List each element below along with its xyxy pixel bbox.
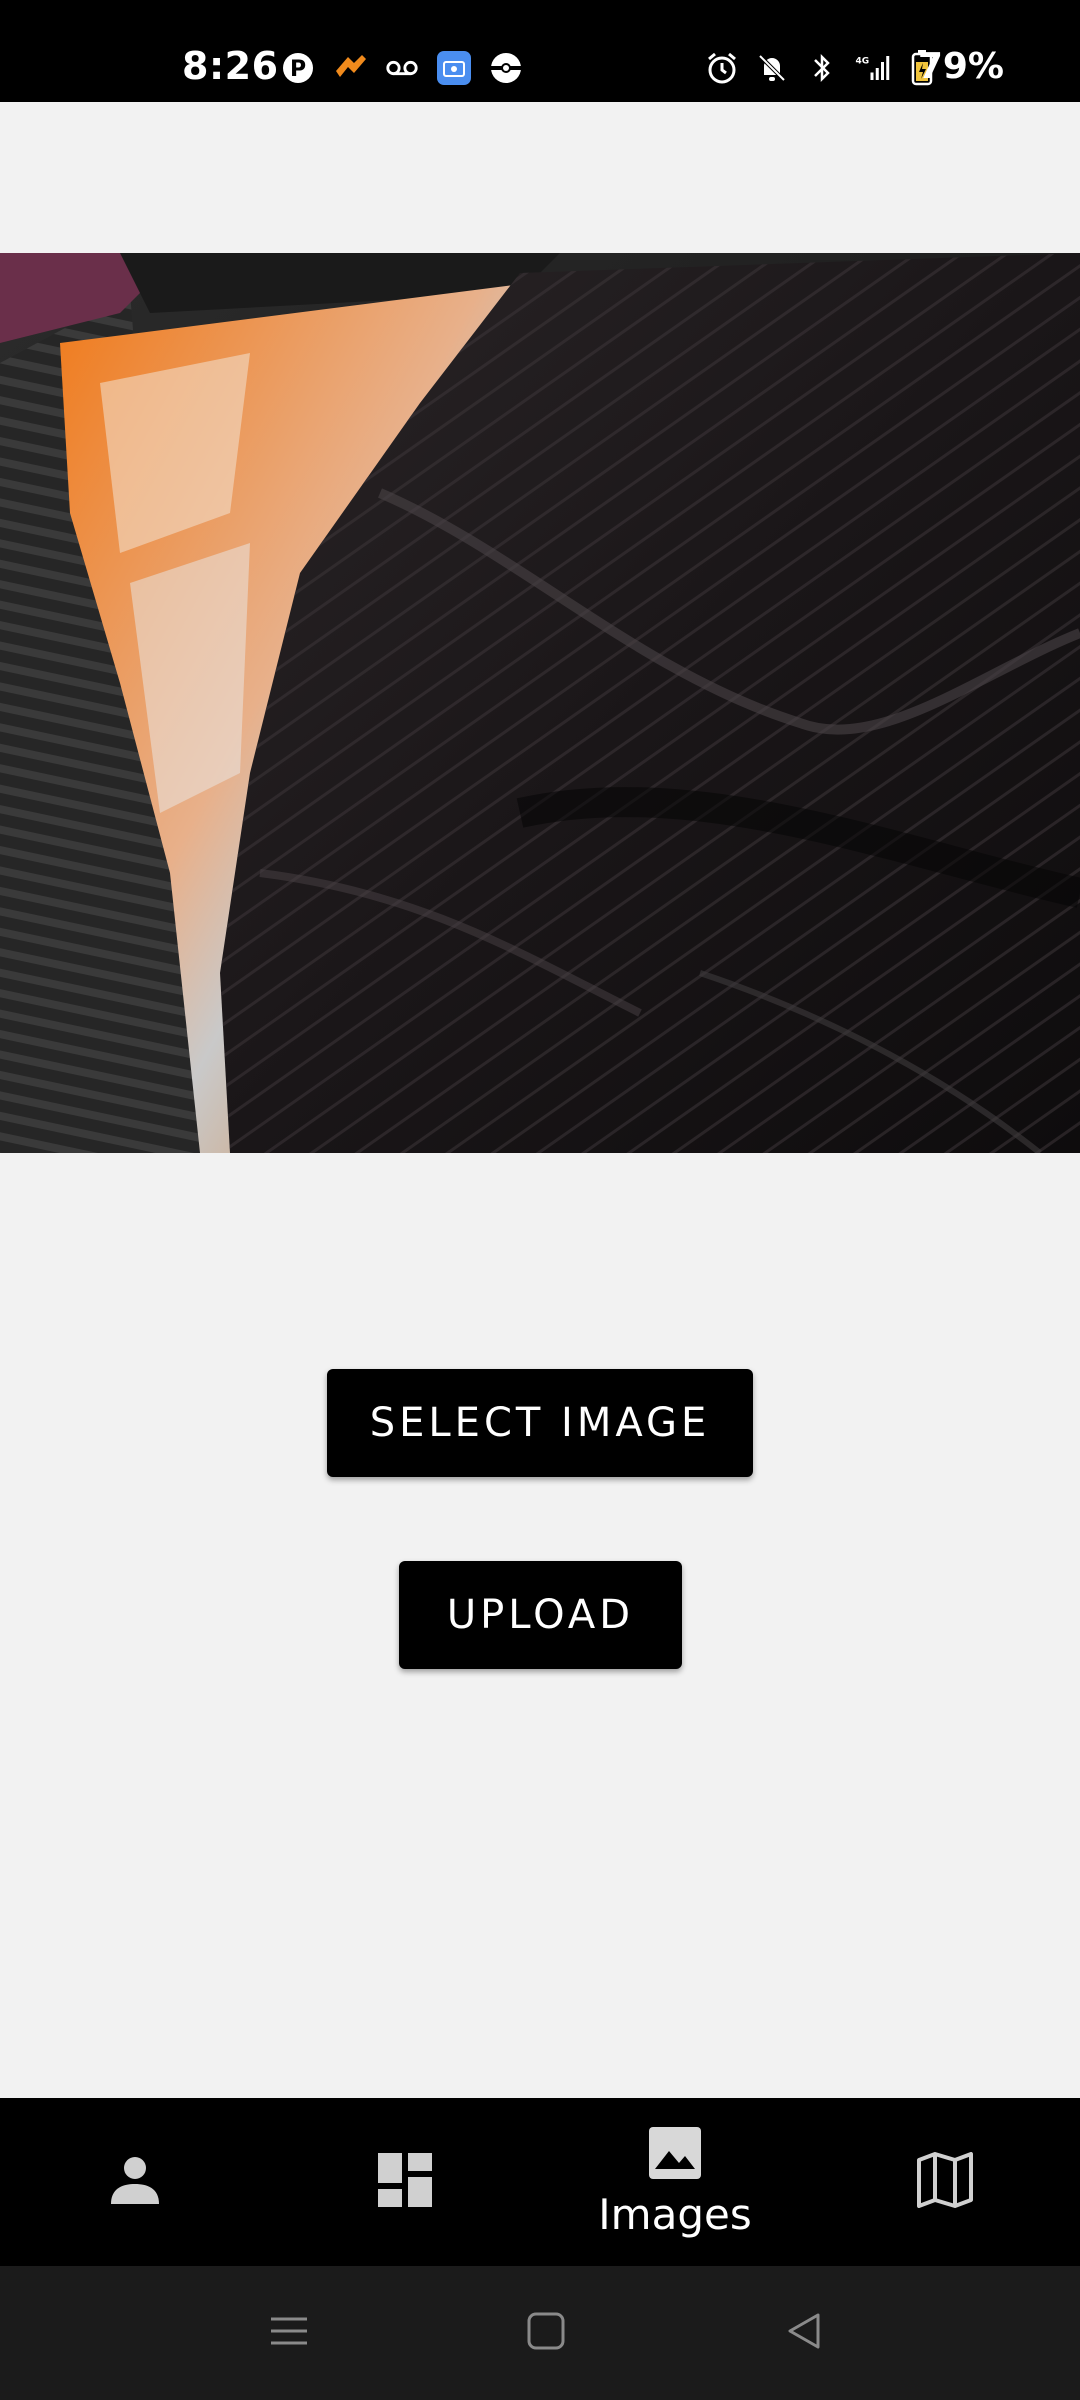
select-image-button[interactable]: SELECT IMAGE — [327, 1369, 753, 1477]
nav-item-dashboard[interactable] — [305, 2098, 505, 2266]
selected-image-preview — [0, 253, 1080, 1153]
signal-4g-icon: 4G — [854, 50, 890, 86]
nav-item-map[interactable] — [845, 2098, 1045, 2266]
bottom-navigation: Images — [0, 2098, 1080, 2266]
image-icon — [647, 2125, 703, 2186]
pinterest-icon: P — [280, 50, 316, 86]
screen: 8:26 P 4G 79% SELECT IMAGE UPLOAD Images — [0, 0, 1080, 2400]
svg-text:4G: 4G — [856, 57, 870, 67]
status-right-icons: 4G — [704, 46, 940, 90]
back-button[interactable] — [772, 2301, 836, 2365]
status-left-icons: P — [280, 46, 524, 90]
nav-item-images[interactable]: Images — [575, 2098, 775, 2266]
nav-label-images: Images — [598, 2190, 752, 2239]
bell-muted-icon — [754, 50, 790, 86]
voicemail-icon — [384, 50, 420, 86]
upload-button[interactable]: UPLOAD — [399, 1561, 682, 1669]
nav-item-profile[interactable] — [35, 2098, 235, 2266]
app-notification-icon — [332, 50, 368, 86]
home-icon — [526, 2311, 566, 2356]
status-bar: 8:26 P 4G 79% — [0, 0, 1080, 102]
alarm-icon — [704, 50, 740, 86]
system-navigation-bar — [0, 2266, 1080, 2400]
recent-apps-button[interactable] — [257, 2301, 321, 2365]
person-icon — [107, 2152, 163, 2213]
status-time: 8:26 — [182, 44, 279, 88]
pokeball-icon — [488, 50, 524, 86]
home-button[interactable] — [514, 2301, 578, 2365]
svg-text:P: P — [290, 57, 306, 82]
battery-percent: 79% — [917, 46, 1004, 87]
radio-app-icon — [436, 50, 472, 86]
map-icon — [916, 2151, 974, 2213]
back-icon — [784, 2311, 824, 2356]
recent-apps-icon — [269, 2311, 309, 2356]
main-content: SELECT IMAGE UPLOAD — [0, 102, 1080, 2098]
dashboard-icon — [376, 2151, 434, 2214]
bluetooth-icon — [804, 50, 840, 86]
